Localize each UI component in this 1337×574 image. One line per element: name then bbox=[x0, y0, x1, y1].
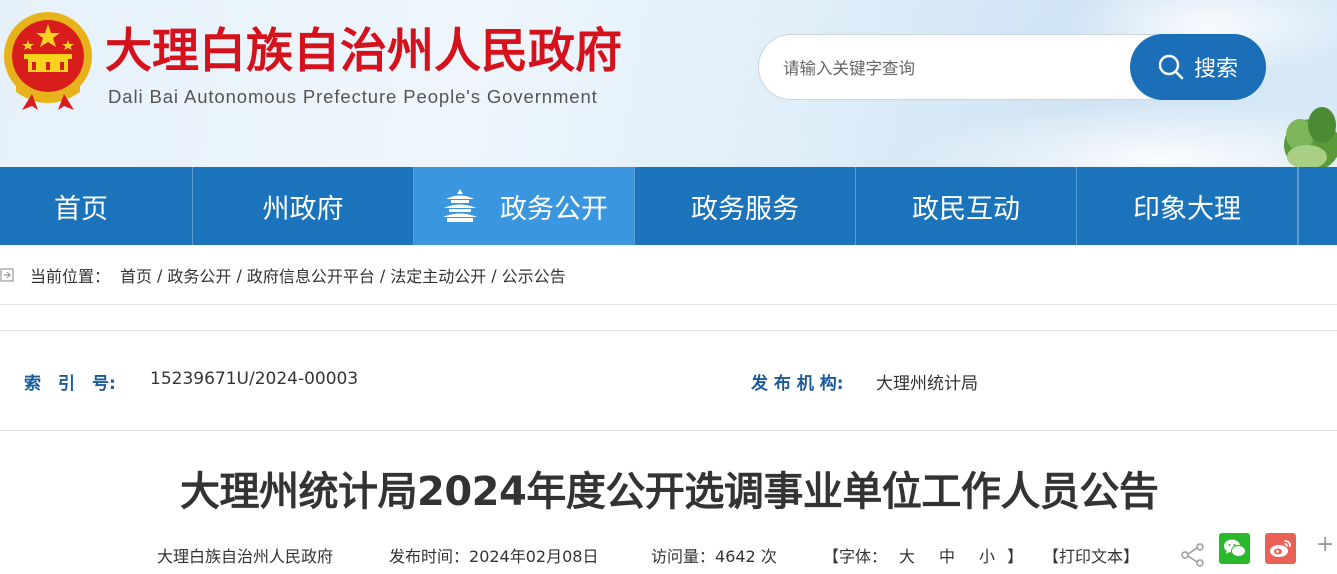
print-button[interactable]: 【打印文本】 bbox=[1043, 543, 1139, 567]
weibo-share-button[interactable] bbox=[1265, 533, 1296, 564]
site-header: 大理白族自治州人民政府 Dali Bai Autonomous Prefectu… bbox=[0, 0, 1337, 167]
breadcrumb-item-notices[interactable]: 公示公告 bbox=[502, 263, 566, 287]
font-size-small-button[interactable]: 小 bbox=[979, 547, 995, 566]
publisher-value: 大理州统计局 bbox=[876, 374, 978, 394]
breadcrumb-separator: / bbox=[157, 265, 163, 285]
weibo-icon bbox=[1270, 540, 1291, 557]
view-count: 访问量：4642 次 bbox=[651, 543, 777, 567]
divider bbox=[0, 304, 1337, 305]
view-count-label: 访问量： bbox=[651, 547, 716, 566]
home-icon bbox=[0, 268, 14, 282]
nav-item-government[interactable]: 州政府 bbox=[193, 167, 414, 245]
site-title: 大理白族自治州人民政府 bbox=[105, 24, 622, 79]
nav-item-label: 印象大理 bbox=[1133, 193, 1241, 225]
publish-date: 发布时间：2024年02月08日 bbox=[389, 543, 598, 567]
view-count-unit: 次 bbox=[760, 547, 777, 566]
wechat-share-button[interactable] bbox=[1219, 533, 1250, 564]
font-size-medium-button[interactable]: 中 bbox=[939, 547, 955, 566]
wechat-icon bbox=[1224, 539, 1246, 557]
breadcrumb-prefix: 当前位置： bbox=[30, 267, 111, 286]
font-size-large-button[interactable]: 大 bbox=[899, 547, 915, 566]
share-icon[interactable] bbox=[1180, 543, 1206, 567]
breadcrumb-separator: / bbox=[236, 265, 242, 285]
font-size-close: 】 bbox=[1007, 547, 1024, 566]
nav-item-label: 政务服务 bbox=[691, 193, 799, 225]
header-cloud-decoration bbox=[900, 100, 1337, 167]
search-icon bbox=[1158, 54, 1184, 80]
article-title: 大理州统计局2024年度公开选调事业单位工作人员公告 bbox=[180, 469, 1159, 515]
publish-date-label: 发布时间： bbox=[389, 547, 470, 566]
font-size-control: 【字体： 大 中 小】 bbox=[823, 543, 1023, 567]
breadcrumb-item-open-affairs[interactable]: 政务公开 bbox=[167, 263, 231, 287]
view-count-value: 4642 bbox=[715, 547, 756, 566]
nav-item-services[interactable]: 政务服务 bbox=[635, 167, 856, 245]
plus-icon[interactable]: + bbox=[1316, 534, 1336, 556]
article-source: 大理白族自治州人民政府 bbox=[157, 547, 334, 566]
breadcrumb: 当前位置： 首页 / 政务公开 / 政府信息公开平台 / 法定主动公开 / 公示… bbox=[0, 255, 566, 295]
search-box: 搜索 bbox=[758, 34, 1266, 100]
nav-item-label: 首页 bbox=[54, 193, 108, 225]
breadcrumb-separator: / bbox=[491, 265, 497, 285]
font-size-label: 【字体： bbox=[823, 547, 888, 566]
nav-tail bbox=[1298, 167, 1337, 245]
nav-item-impression-dali[interactable]: 印象大理 bbox=[1077, 167, 1298, 245]
nav-item-label: 政民互动 bbox=[912, 193, 1020, 225]
site-subtitle: Dali Bai Autonomous Prefecture People's … bbox=[108, 86, 598, 107]
breadcrumb-separator: / bbox=[379, 265, 386, 285]
index-number-label: 索 引 号: bbox=[24, 374, 116, 394]
search-button[interactable]: 搜索 bbox=[1130, 34, 1266, 100]
breadcrumb-item-info-platform[interactable]: 政府信息公开平台 bbox=[247, 263, 375, 287]
index-number-value: 15239671U/2024-00003 bbox=[150, 369, 359, 389]
breadcrumb-item-home[interactable]: 首页 bbox=[120, 263, 152, 287]
divider bbox=[0, 430, 1337, 431]
nav-item-home[interactable]: 首页 bbox=[0, 167, 193, 245]
pavilion-icon bbox=[443, 189, 477, 222]
nav-item-label: 政务公开 bbox=[500, 193, 608, 225]
publish-date-value: 2024年02月08日 bbox=[469, 547, 599, 566]
main-nav: 首页 州政府 政务公开 政务服务 政民互动 印象大理 bbox=[0, 167, 1337, 245]
divider bbox=[0, 330, 1337, 331]
publisher-label: 发 布 机 构: bbox=[751, 374, 844, 394]
search-button-label: 搜索 bbox=[1193, 57, 1238, 82]
nav-item-open-affairs[interactable]: 政务公开 bbox=[414, 167, 635, 245]
breadcrumb-item-statutory[interactable]: 法定主动公开 bbox=[390, 263, 486, 287]
nav-item-label: 州政府 bbox=[262, 193, 344, 225]
national-emblem-icon bbox=[4, 12, 92, 110]
trees-decoration bbox=[1284, 107, 1337, 167]
search-input[interactable] bbox=[783, 53, 1113, 83]
nav-item-interaction[interactable]: 政民互动 bbox=[856, 167, 1077, 245]
